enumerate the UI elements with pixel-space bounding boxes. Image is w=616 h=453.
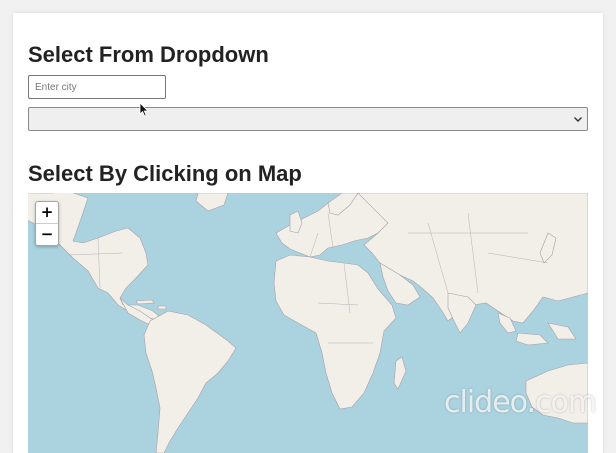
- southeast-asia-islands: [497, 312, 577, 346]
- arctic-landmass: [195, 193, 229, 212]
- madagascar: [393, 356, 407, 390]
- mouse-pointer-icon: [139, 102, 149, 117]
- city-input[interactable]: [28, 75, 166, 99]
- zoom-control: + −: [35, 201, 59, 246]
- south-america-landmass: [143, 310, 237, 453]
- city-select[interactable]: [28, 107, 588, 131]
- zoom-in-button[interactable]: +: [36, 202, 58, 223]
- zoom-out-button[interactable]: −: [36, 223, 58, 245]
- dropdown-section-heading: Select From Dropdown: [28, 42, 269, 67]
- chevron-down-icon: [574, 117, 582, 122]
- map-section-heading: Select By Clicking on Map: [28, 161, 302, 186]
- africa-landmass: [273, 254, 397, 410]
- clideo-watermark: clideo.com: [444, 385, 597, 420]
